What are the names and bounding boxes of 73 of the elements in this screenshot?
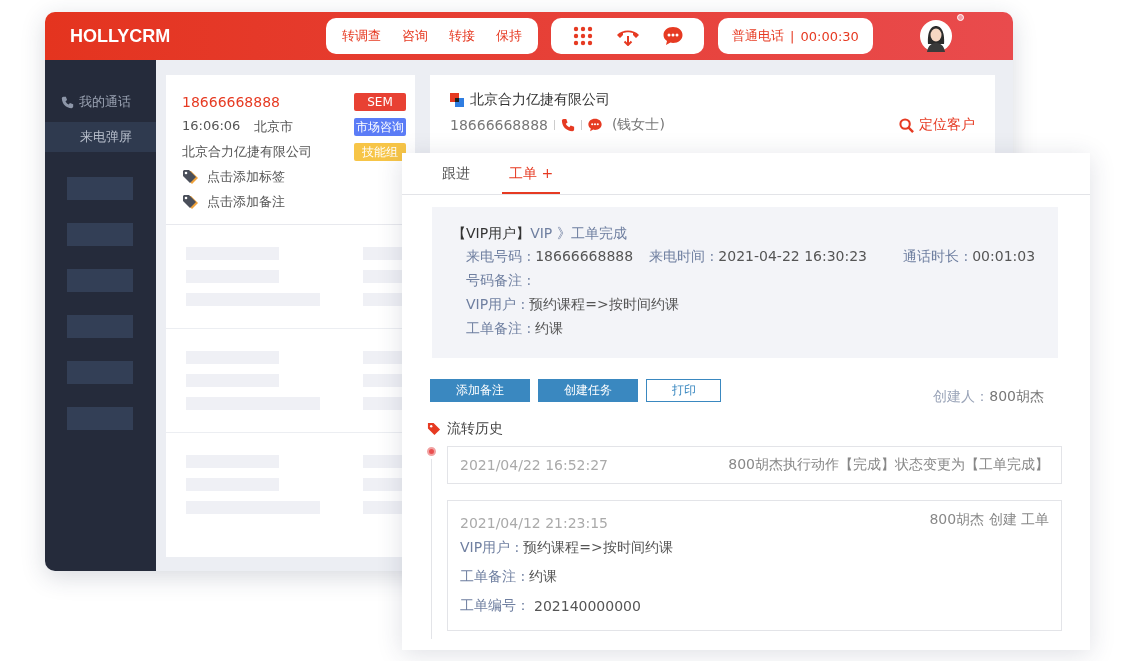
sidebar-item[interactable]: 来电弹屏 <box>45 122 156 152</box>
line-type-label: 普通电话 <box>732 27 785 45</box>
ticket-tab[interactable]: 工单 + <box>502 153 561 194</box>
company-icon <box>450 93 464 107</box>
logo-text: HOLLYCRM <box>70 25 172 47</box>
field-value: 202140000000 <box>534 597 641 614</box>
call-timer: 00:00:30 <box>800 28 859 44</box>
field-label: 工单备注 : <box>466 320 532 338</box>
field-label: 工单备注 : <box>460 567 526 586</box>
caller-number[interactable]: 18666668888 <box>182 93 280 110</box>
call-time: 16:06:06 <box>182 117 241 135</box>
tag-icon <box>427 422 441 436</box>
placeholder-block <box>67 269 133 292</box>
action-button[interactable]: 打印 <box>646 378 721 402</box>
tag-icon <box>182 193 199 210</box>
field-value: 2021-04-22 16:30:23 <box>718 248 868 266</box>
add-link[interactable]: 点击添加标签 <box>207 167 285 186</box>
placeholder-block <box>67 223 133 246</box>
action-button[interactable]: 添加备注 <box>430 378 530 402</box>
chat-icon[interactable] <box>662 26 683 46</box>
add-link[interactable]: 点击添加备注 <box>207 192 285 211</box>
entry-time: 2021/04/12 21:23:15 <box>460 515 609 531</box>
phone-icon <box>61 95 74 109</box>
status-dot <box>957 14 964 21</box>
entry-action: 800胡杰 创建 工单 <box>929 511 1049 529</box>
caller-city: 北京市 <box>254 117 294 136</box>
field-label: VIP用户 : <box>466 296 526 314</box>
field-label: 来电时间 : <box>649 248 715 266</box>
chat-icon[interactable] <box>588 118 602 132</box>
separator-mark: | <box>790 28 795 44</box>
locate-customer-button[interactable]: 定位客户 <box>899 116 975 134</box>
tag-label: 技能组 <box>354 142 406 161</box>
timeline-dot <box>427 447 436 456</box>
placeholder-block <box>67 177 133 200</box>
section-title: 我的通话 <box>79 93 131 111</box>
creator-label: 创建人： <box>933 388 990 404</box>
contact-name: (钱女士) <box>612 116 665 134</box>
phone-icon[interactable] <box>561 118 575 132</box>
call-action-button[interactable]: 咨询 <box>399 25 432 47</box>
entry-time: 2021/04/22 16:52:27 <box>460 457 609 473</box>
field-value: 预约课程=>按时间约课 <box>529 296 679 314</box>
call-action-button[interactable]: 转接 <box>445 25 478 47</box>
field-value: 预约课程=>按时间约课 <box>523 538 673 557</box>
section-title: 流转历史 <box>447 420 503 438</box>
field-label: 工单编号： <box>460 596 530 615</box>
placeholder-block <box>67 407 133 430</box>
field-value: 00:01:03 <box>972 248 1036 266</box>
placeholder-block <box>67 315 133 338</box>
tag-label: 市场咨询 <box>354 117 406 136</box>
field-label: 来电号码 : <box>466 248 532 266</box>
field-label: 号码备注 : <box>466 272 532 290</box>
ticket-status: VIP 》工单完成 <box>530 225 627 241</box>
field-value: 约课 <box>535 320 564 338</box>
ticket-category: 【VIP用户】 <box>452 225 531 241</box>
avatar-icon[interactable] <box>920 20 952 52</box>
field-label: 通话时长 : <box>903 248 969 266</box>
field-value: 18666668888 <box>535 248 634 266</box>
company-name: 北京合力亿捷有限公司 <box>182 142 312 161</box>
placeholder-block <box>67 361 133 384</box>
creator-name: 800胡杰 <box>989 388 1044 404</box>
ticket-tab[interactable]: 跟进 <box>435 153 477 194</box>
action-button[interactable]: 创建任务 <box>538 378 638 402</box>
call-action-button[interactable]: 转调查 <box>339 25 385 47</box>
customer-number: 18666668888 <box>450 117 548 133</box>
company-name: 北京合力亿捷有限公司 <box>470 91 610 109</box>
field-value: 约课 <box>529 567 558 586</box>
tag-icon <box>182 168 199 185</box>
call-action-button[interactable]: 保持 <box>492 25 525 47</box>
search-icon <box>899 117 914 133</box>
dialpad-icon[interactable] <box>572 26 593 46</box>
field-label: VIP用户 : <box>460 538 520 557</box>
entry-action: 800胡杰执行动作【完成】状态变更为【工单完成】 <box>728 456 1049 474</box>
tag-label: SEM <box>354 92 406 111</box>
